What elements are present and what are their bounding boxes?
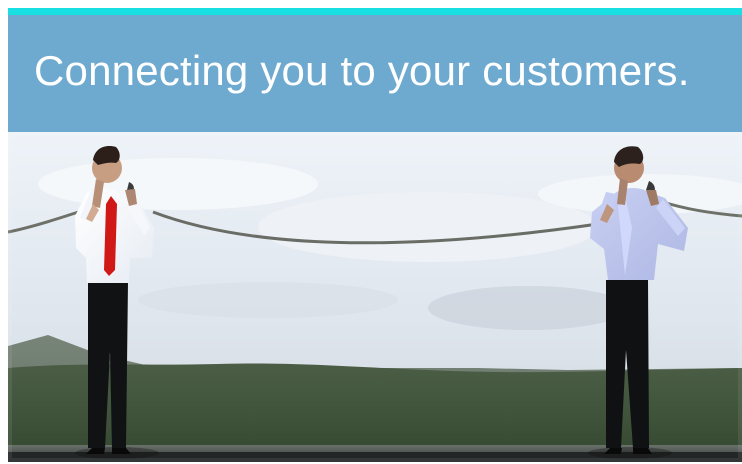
headline-banner: Connecting you to your customers. <box>8 15 742 132</box>
hero-photo <box>8 132 742 462</box>
hero-banner: Connecting you to your customers. <box>8 8 742 462</box>
headline-text: Connecting you to your customers. <box>34 47 690 94</box>
accent-bar <box>8 8 742 15</box>
